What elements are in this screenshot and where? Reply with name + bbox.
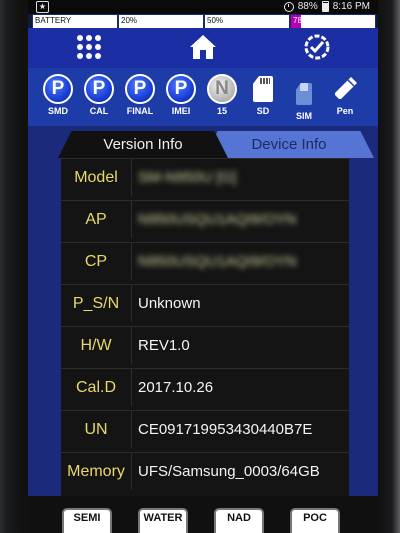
row-value: UFS/Samsung_0003/64GB xyxy=(138,463,320,480)
battery-percent: 88% xyxy=(297,1,318,12)
sim-card-icon xyxy=(296,83,312,105)
nav-bar xyxy=(28,28,378,68)
progress-20: 20% xyxy=(119,15,205,28)
table-row: UN CE091719953430440B7E xyxy=(61,410,349,448)
test-final[interactable]: P FINAL xyxy=(120,74,160,116)
bottom-bar: SEMI WATER NAD POC xyxy=(28,496,378,533)
table-row: Model SM-N950U [G] xyxy=(61,158,349,196)
table-row: Memory UFS/Samsung_0003/64GB xyxy=(61,452,349,490)
progress-20-label: 20% xyxy=(121,16,138,25)
row-value: SM-N950U [G] xyxy=(138,169,237,186)
progress-50: 50% xyxy=(205,15,291,28)
table-row: Cal.D 2017.10.26 xyxy=(61,368,349,406)
progress-battery: BATTERY xyxy=(33,15,119,28)
progress-78-label: 78% xyxy=(293,16,310,25)
info-panel: Device Info Version Info Model SM-N950U … xyxy=(28,126,378,496)
test-pen[interactable]: Pen xyxy=(325,74,365,116)
battery-icon xyxy=(321,1,329,12)
test-sd[interactable]: SD xyxy=(243,74,283,116)
na-icon: N xyxy=(207,74,237,104)
water-button[interactable]: WATER xyxy=(138,508,188,533)
phone-frame: ★ 88% 8:16 PM BATTERY 20% 50% 78% P SMD … xyxy=(0,0,400,533)
test-15[interactable]: N 15 xyxy=(202,74,242,116)
row-label: H/W xyxy=(61,327,132,364)
row-label: CP xyxy=(61,243,132,280)
pass-icon: P xyxy=(84,74,114,104)
row-value: Unknown xyxy=(138,295,201,312)
status-bar: ★ 88% 8:16 PM xyxy=(28,0,378,14)
progress-50-label: 50% xyxy=(207,16,224,25)
row-value: N950USQU1AQI9/OYN xyxy=(138,211,297,228)
alarm-icon xyxy=(283,1,294,12)
semi-button[interactable]: SEMI xyxy=(62,508,112,533)
table-row: AP N950USQU1AQI9/OYN xyxy=(61,200,349,238)
row-label: Cal.D xyxy=(61,369,132,406)
poc-button[interactable]: POC xyxy=(290,508,340,533)
progress-78: 78% xyxy=(291,15,375,28)
row-value: 2017.10.26 xyxy=(138,379,214,396)
row-label: UN xyxy=(61,411,132,448)
pass-icon: P xyxy=(166,74,196,104)
pass-icon: P xyxy=(125,74,155,104)
row-label: Model xyxy=(61,159,132,196)
test-label: CAL xyxy=(89,106,109,116)
test-status-row: P SMD P CAL P FINAL P IMEI N 15 SD SIM P… xyxy=(28,68,378,126)
progress-row: BATTERY 20% 50% 78% xyxy=(32,14,376,29)
test-label: 15 xyxy=(216,106,227,116)
home-icon[interactable] xyxy=(186,32,220,62)
pen-icon xyxy=(330,74,360,104)
test-label: SMD xyxy=(48,106,68,116)
status-right: 88% 8:16 PM xyxy=(283,0,370,13)
tab-device-info[interactable]: Device Info xyxy=(204,131,374,158)
clock-time: 8:16 PM xyxy=(332,1,370,12)
check-settings-icon[interactable] xyxy=(300,32,334,62)
progress-battery-label: BATTERY xyxy=(35,16,72,25)
table-row: CP N950USQU1AQI9/OYN xyxy=(61,242,349,280)
test-label: FINAL xyxy=(126,106,154,116)
info-table: Model SM-N950U [G] AP N950USQU1AQI9/OYN … xyxy=(61,158,349,496)
test-smd[interactable]: P SMD xyxy=(38,74,78,116)
row-label: Memory xyxy=(61,453,132,490)
test-cal[interactable]: P CAL xyxy=(79,74,119,116)
row-value: CE091719953430440B7E xyxy=(138,421,313,438)
row-label: AP xyxy=(61,201,132,238)
grid-menu-icon[interactable] xyxy=(72,32,106,62)
app-notification-icon: ★ xyxy=(36,1,49,13)
table-row: P_S/N Unknown xyxy=(61,284,349,322)
row-value: REV1.0 xyxy=(138,337,190,354)
row-value: N950USQU1AQI9/OYN xyxy=(138,253,297,270)
phone-screen: ★ 88% 8:16 PM BATTERY 20% 50% 78% P SMD … xyxy=(28,0,378,533)
test-imei[interactable]: P IMEI xyxy=(161,74,201,116)
table-row: H/W REV1.0 xyxy=(61,326,349,364)
test-label: SD xyxy=(256,106,270,116)
nad-button[interactable]: NAD xyxy=(214,508,264,533)
tab-version-info[interactable]: Version Info xyxy=(58,131,228,158)
sd-card-icon xyxy=(253,76,273,102)
row-label: P_S/N xyxy=(61,285,132,322)
test-sim[interactable]: SIM xyxy=(284,74,324,121)
test-label: SIM xyxy=(295,111,312,121)
pass-icon: P xyxy=(43,74,73,104)
test-label: IMEI xyxy=(171,106,191,116)
test-label: Pen xyxy=(336,106,354,116)
